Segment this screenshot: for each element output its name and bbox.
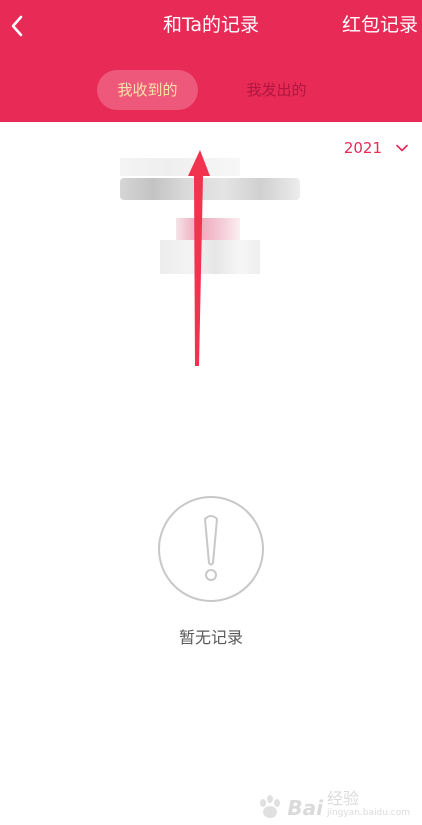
watermark-url: jingyan.baidu.com [326,808,410,818]
redpacket-record-button[interactable]: 红包记录 [342,10,418,40]
header-bar: 和Ta的记录 红包记录 我收到的 我发出的 [0,0,422,122]
watermark-cn: 经验 [326,789,359,808]
empty-state: 暂无记录 [0,495,422,649]
blurred-account [120,178,300,200]
year-dropdown[interactable]: 2021 [344,136,408,160]
tab-bar: 我收到的 我发出的 [0,70,422,110]
chevron-down-icon [396,144,408,152]
baidu-jingyan-watermark: Bai 经验 jingyan.baidu.com [257,790,410,819]
exclamation-circle-icon [158,496,264,602]
blurred-amount [160,240,260,274]
watermark-brand: Bai [287,796,323,820]
tab-received[interactable]: 我收到的 [97,70,198,110]
blurred-avatar [176,218,240,240]
paw-logo-icon [260,795,281,818]
year-value: 2021 [343,139,382,157]
tab-sent[interactable]: 我发出的 [226,70,327,110]
blurred-name [120,158,240,176]
empty-message: 暂无记录 [178,628,243,647]
red-arrow-annotation [188,150,210,366]
back-button[interactable] [0,6,34,46]
redpacket-record-screen: 和Ta的记录 红包记录 我收到的 我发出的 2021 暂无记录 Bai 经验 j… [0,0,422,825]
chevron-left-icon [11,15,23,37]
